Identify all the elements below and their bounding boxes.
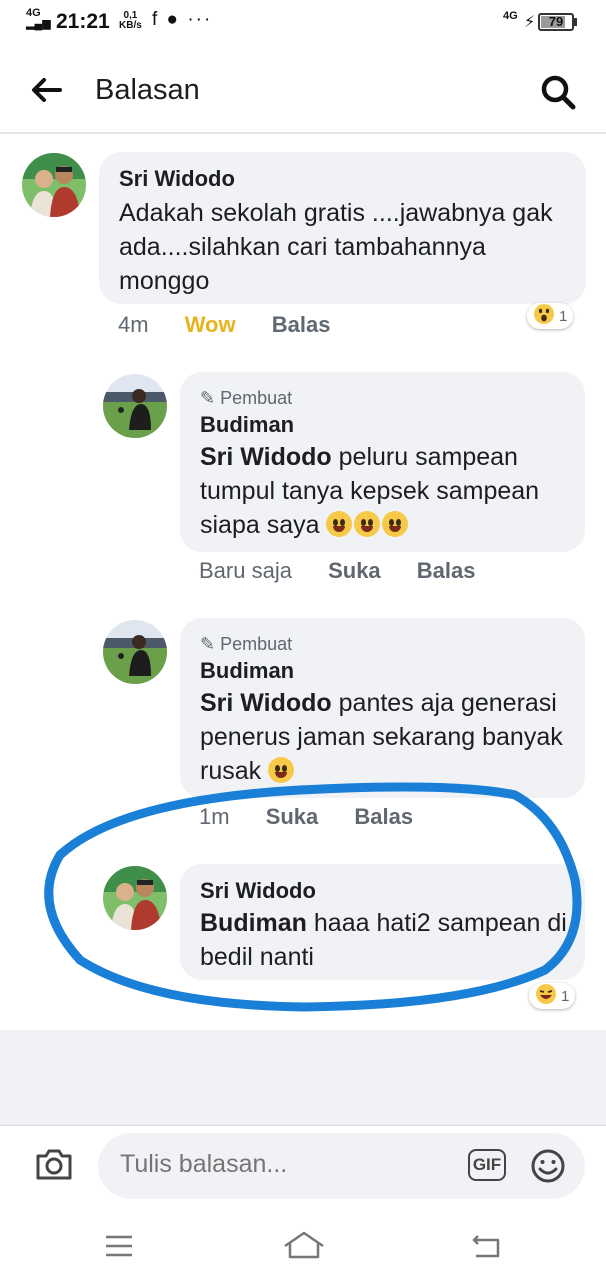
reply-button[interactable]: Balas bbox=[354, 804, 413, 829]
smiley-icon[interactable] bbox=[530, 1148, 566, 1189]
comment-text: Adakah sekolah gratis ....jawabnya gak a… bbox=[119, 199, 553, 295]
reaction-summary[interactable]: 1 bbox=[529, 983, 576, 1009]
comment-meta: Baru saja Suka Balas bbox=[199, 558, 476, 584]
search-icon[interactable] bbox=[540, 74, 576, 115]
avatar[interactable] bbox=[103, 866, 167, 930]
comment-author[interactable]: Sri Widodo bbox=[200, 878, 316, 904]
network-type-right: 4G bbox=[503, 10, 518, 22]
comment-author[interactable]: Budiman bbox=[200, 412, 294, 438]
reaction-summary[interactable]: 1 bbox=[527, 303, 574, 329]
comment-list-end bbox=[0, 1030, 606, 1125]
avatar[interactable] bbox=[103, 620, 167, 684]
gif-button[interactable]: GIF bbox=[468, 1149, 506, 1181]
battery-label: 79 bbox=[548, 14, 564, 29]
reply-button[interactable]: Balas bbox=[417, 558, 476, 583]
creator-badge: ✎ Pembuat bbox=[200, 388, 292, 409]
comment-author[interactable]: Sri Widodo bbox=[119, 166, 235, 192]
wow-emoji-icon bbox=[533, 303, 555, 329]
back-arrow-icon[interactable] bbox=[30, 74, 62, 113]
laugh-emoji-icon bbox=[326, 511, 410, 539]
comment-text: Sri Widodo peluru sampean tumpul tanya k… bbox=[200, 440, 575, 542]
mention-link[interactable]: Sri Widodo bbox=[200, 689, 332, 717]
comment-author[interactable]: Budiman bbox=[200, 658, 294, 684]
battery-icon: 79 bbox=[538, 13, 574, 31]
signal-bars-icon: ▂▄▆ bbox=[26, 18, 51, 30]
reaction-count: 1 bbox=[559, 307, 568, 325]
like-button[interactable]: Suka bbox=[266, 804, 319, 829]
page-title: Balasan bbox=[95, 74, 200, 106]
creator-badge: ✎ Pembuat bbox=[200, 634, 292, 655]
comment-text: Budiman haaa hati2 sampean di bedil nant… bbox=[200, 906, 575, 974]
back-icon[interactable] bbox=[470, 1232, 504, 1265]
reply-button[interactable]: Balas bbox=[272, 312, 331, 337]
pencil-icon: ✎ bbox=[200, 388, 216, 408]
comment-meta: 4m Wow Balas bbox=[118, 312, 330, 338]
avatar-sri-widodo bbox=[22, 153, 86, 217]
avatar-budiman bbox=[103, 374, 167, 438]
creator-badge-label: Pembuat bbox=[220, 388, 293, 408]
comment-bubble[interactable]: ✎ Pembuat Budiman Sri Widodo pantes aja … bbox=[180, 618, 585, 798]
laugh-emoji-icon bbox=[535, 983, 557, 1009]
home-icon[interactable] bbox=[283, 1230, 325, 1265]
avatar-budiman bbox=[103, 620, 167, 684]
clock: 21:21 bbox=[56, 10, 110, 33]
creator-badge-label: Pembuat bbox=[220, 634, 293, 654]
comment-meta: 1m Suka Balas bbox=[199, 804, 413, 830]
notification-icons: f ● ··· bbox=[152, 9, 213, 30]
reaction-button[interactable]: Wow bbox=[185, 312, 236, 337]
mention-link[interactable]: Sri Widodo bbox=[200, 443, 332, 471]
speed-unit: KB/s bbox=[119, 20, 142, 31]
reaction-count: 1 bbox=[561, 987, 570, 1005]
signal-indicator: 4G ▂▄▆ bbox=[26, 8, 51, 30]
network-speed: 0,1 KB/s bbox=[119, 11, 142, 31]
reply-input-container[interactable] bbox=[98, 1133, 585, 1199]
camera-icon[interactable] bbox=[34, 1146, 74, 1187]
reply-input[interactable] bbox=[118, 1149, 452, 1180]
avatar[interactable] bbox=[22, 153, 86, 217]
pencil-icon: ✎ bbox=[200, 634, 216, 654]
avatar-sri-widodo bbox=[103, 866, 167, 930]
comment-time: 1m bbox=[199, 804, 230, 829]
comment-time: 4m bbox=[118, 312, 149, 337]
charging-icon: ⚡ bbox=[524, 14, 536, 31]
menu-icon[interactable] bbox=[104, 1233, 134, 1264]
mention-link[interactable]: Budiman bbox=[200, 909, 307, 937]
comment-text: Sri Widodo pantes aja generasi penerus j… bbox=[200, 686, 575, 788]
tongue-emoji-icon bbox=[268, 757, 296, 785]
header bbox=[0, 56, 606, 134]
avatar[interactable] bbox=[103, 374, 167, 438]
comment-bubble[interactable]: ✎ Pembuat Budiman Sri Widodo peluru samp… bbox=[180, 372, 585, 552]
status-bar: 4G ▂▄▆ 21:21 0,1 KB/s f ● ··· 4G ⚡ 79 bbox=[0, 0, 606, 48]
comment-time: Baru saja bbox=[199, 558, 292, 583]
comment-bubble[interactable]: Sri Widodo Adakah sekolah gratis ....jaw… bbox=[99, 152, 586, 304]
like-button[interactable]: Suka bbox=[328, 558, 381, 583]
battery-cap bbox=[574, 18, 577, 26]
comment-bubble[interactable]: Sri Widodo Budiman haaa hati2 sampean di… bbox=[180, 864, 585, 980]
